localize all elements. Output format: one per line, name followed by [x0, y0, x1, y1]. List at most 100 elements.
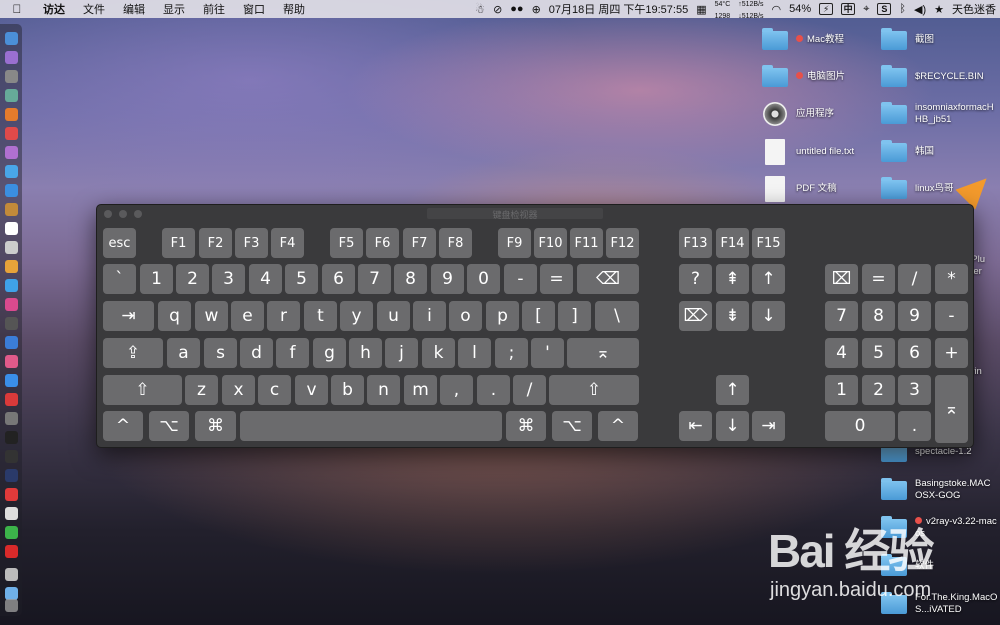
key-num-13[interactable]: ⌫: [577, 264, 639, 294]
key-tab-5[interactable]: t: [304, 301, 337, 331]
key-tab-18[interactable]: 8: [862, 301, 895, 331]
key-caps-6[interactable]: h: [349, 338, 382, 368]
key-num-16[interactable]: ↑: [752, 264, 785, 294]
key-num-19[interactable]: /: [898, 264, 931, 294]
key-caps-2[interactable]: s: [204, 338, 237, 368]
bluetooth-icon[interactable]: ᛒ: [895, 3, 910, 15]
key-tab-15[interactable]: ⇟: [716, 301, 749, 331]
key-shift-4[interactable]: v: [295, 375, 328, 405]
key-num-15[interactable]: ⇞: [716, 264, 749, 294]
key-tab-14[interactable]: ⌦: [679, 301, 712, 331]
key-caps-13[interactable]: 4: [825, 338, 858, 368]
contacts-icon[interactable]: [5, 241, 18, 254]
star-icon[interactable]: ★: [930, 3, 948, 16]
key-caps-0[interactable]: ⇪: [103, 338, 163, 368]
key-shift-13[interactable]: 1: [825, 375, 858, 405]
calendar-icon[interactable]: [5, 222, 18, 235]
key-num-14[interactable]: ?: [679, 264, 712, 294]
key-fn-3[interactable]: F3: [235, 228, 268, 258]
music-icon[interactable]: [5, 355, 18, 368]
minimize-button[interactable]: [119, 210, 127, 218]
desktop-item-screenshots[interactable]: 截图: [881, 25, 934, 55]
wifi-icon[interactable]: ◠: [768, 3, 786, 16]
battery-percent[interactable]: 54%: [785, 3, 815, 15]
menu-help[interactable]: 帮助: [274, 1, 314, 17]
key-bottom-2[interactable]: ⌘: [195, 411, 236, 441]
key-shift-8[interactable]: ,: [440, 375, 473, 405]
desktop-item-pdf[interactable]: PDF 文稿: [762, 174, 837, 204]
close-button[interactable]: [104, 210, 112, 218]
appstore-icon[interactable]: [5, 374, 18, 387]
key-caps-5[interactable]: g: [313, 338, 346, 368]
key-shift-2[interactable]: x: [222, 375, 255, 405]
key-num-1[interactable]: 1: [140, 264, 173, 294]
zoom-button[interactable]: [134, 210, 142, 218]
key-tab-10[interactable]: p: [486, 301, 519, 331]
key-tab-7[interactable]: u: [377, 301, 410, 331]
key-caps-12[interactable]: ⌅: [567, 338, 639, 368]
key-fn-10[interactable]: F10: [534, 228, 567, 258]
key-bottom-11[interactable]: .: [898, 411, 931, 441]
key-fn-14[interactable]: F14: [716, 228, 749, 258]
key-shift-11[interactable]: ⇧: [549, 375, 639, 405]
key-bottom-4[interactable]: ⌘: [506, 411, 546, 441]
key-tab-17[interactable]: 7: [825, 301, 858, 331]
app-v-icon[interactable]: [5, 393, 18, 406]
vpn-icon[interactable]: ⊘: [489, 3, 506, 16]
key-tab-2[interactable]: w: [195, 301, 228, 331]
key-num-9[interactable]: 9: [431, 264, 464, 294]
key-shift-0[interactable]: ⇧: [103, 375, 182, 405]
desktop-item-recycle-bin[interactable]: $RECYCLE.BIN: [881, 62, 984, 92]
key-shift-9[interactable]: .: [477, 375, 510, 405]
vpn-app-icon[interactable]: [5, 469, 18, 482]
key-caps-15[interactable]: 6: [898, 338, 931, 368]
key-fn-15[interactable]: F15: [752, 228, 785, 258]
terminal-icon[interactable]: [5, 431, 18, 444]
key-num-6[interactable]: 6: [322, 264, 355, 294]
key-caps-3[interactable]: d: [240, 338, 273, 368]
key-tab-8[interactable]: i: [413, 301, 446, 331]
key-fn-4[interactable]: F4: [271, 228, 304, 258]
key-num-3[interactable]: 3: [212, 264, 245, 294]
battery-icon[interactable]: ⚡: [815, 3, 837, 15]
key-fn-7[interactable]: F7: [403, 228, 436, 258]
system-stats[interactable]: 54°C 1298: [711, 0, 735, 21]
key-tab-13[interactable]: \: [595, 301, 639, 331]
menu-view[interactable]: 显示: [154, 1, 194, 17]
desktop-item-basingstoke[interactable]: Basingstoke.MACOSX-GOG: [881, 475, 995, 505]
key-tab-11[interactable]: [: [522, 301, 555, 331]
key-fn-13[interactable]: F13: [679, 228, 712, 258]
menu-go[interactable]: 前往: [194, 1, 234, 17]
trash-icon[interactable]: [5, 599, 18, 612]
key-num-11[interactable]: -: [504, 264, 537, 294]
key-shift-14[interactable]: 2: [862, 375, 895, 405]
globe-icon[interactable]: ⊕: [528, 3, 545, 16]
key-bottom-1[interactable]: ⌥: [149, 411, 189, 441]
key-shift-15[interactable]: 3: [898, 375, 931, 405]
key-num-0[interactable]: `: [103, 264, 136, 294]
desktop-item-korea[interactable]: 韩国: [881, 137, 934, 167]
qq-icon[interactable]: ☃: [471, 3, 489, 16]
key-fn-6[interactable]: F6: [366, 228, 399, 258]
key-shift-16[interactable]: ⌅: [935, 375, 968, 443]
key-num-18[interactable]: =: [862, 264, 895, 294]
key-tab-12[interactable]: ]: [558, 301, 591, 331]
s-app-icon[interactable]: S: [873, 3, 895, 15]
key-bottom-7[interactable]: ⇤: [679, 411, 712, 441]
key-num-10[interactable]: 0: [467, 264, 500, 294]
key-num-7[interactable]: 7: [358, 264, 391, 294]
key-caps-11[interactable]: ': [531, 338, 564, 368]
photos-icon[interactable]: [5, 260, 18, 273]
key-tab-6[interactable]: y: [340, 301, 373, 331]
key-shift-6[interactable]: n: [367, 375, 400, 405]
key-fn-11[interactable]: F11: [570, 228, 603, 258]
datetime[interactable]: 07月18日 周四 下午19:57:55: [545, 1, 692, 17]
menu-window[interactable]: 窗口: [234, 1, 274, 17]
launchpad-icon[interactable]: [5, 51, 18, 64]
key-bottom-8[interactable]: ↓: [716, 411, 749, 441]
app-gray2-icon[interactable]: [5, 412, 18, 425]
app-pink-icon[interactable]: [5, 298, 18, 311]
wechat-icon[interactable]: [5, 526, 18, 539]
key-shift-1[interactable]: z: [185, 375, 218, 405]
desktop-item-linux[interactable]: linux鸟哥: [881, 174, 954, 204]
